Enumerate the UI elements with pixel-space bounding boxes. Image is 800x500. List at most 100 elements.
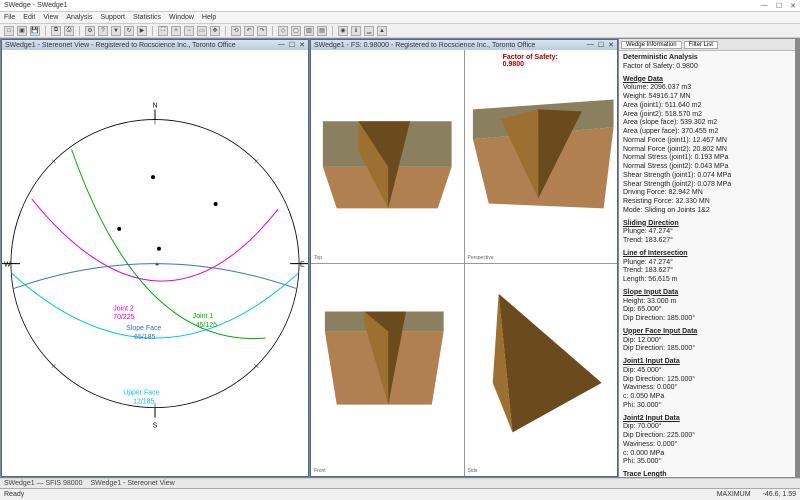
- compass-s: S: [153, 423, 158, 430]
- menu-window[interactable]: Window: [169, 14, 194, 21]
- svg-text:Slope Face: Slope Face: [126, 325, 161, 332]
- copy-icon[interactable]: ⧉: [51, 26, 61, 36]
- mdi-close-icon[interactable]: ✕: [299, 41, 305, 49]
- doc-tab[interactable]: SWedge1 - Stereonet View: [90, 480, 174, 487]
- info-row: Waviness: 0.000°: [623, 384, 791, 393]
- stereonet-titlebar[interactable]: SWedge1 - Stereonet View - Registered to…: [2, 40, 308, 50]
- mdi-max-icon[interactable]: ☐: [598, 41, 604, 49]
- section-wedge-data: Wedge Data: [623, 76, 791, 85]
- zoom-extents-icon[interactable]: ⛶: [158, 26, 168, 36]
- stereonet-icon[interactable]: ◉: [338, 26, 348, 36]
- refresh-icon[interactable]: ↻: [124, 26, 134, 36]
- svg-text:45/125: 45/125: [196, 322, 217, 329]
- svg-text:70/225: 70/225: [113, 314, 134, 321]
- info-row: Area (slope face): 539.302 m2: [623, 119, 791, 128]
- view-label: Front: [314, 468, 326, 474]
- info-tabs: Wedge Information Filter List: [619, 39, 795, 51]
- menu-support[interactable]: Support: [100, 14, 125, 21]
- menu-file[interactable]: File: [4, 14, 15, 21]
- redo-icon[interactable]: ↷: [257, 26, 267, 36]
- print-icon[interactable]: ⎙: [64, 26, 74, 36]
- view-top[interactable]: Top: [311, 50, 464, 263]
- compass-n: N: [152, 103, 157, 110]
- maximize-icon[interactable]: ☐: [776, 2, 782, 10]
- open-icon[interactable]: ▣: [17, 26, 27, 36]
- section-sliding: Sliding Direction: [623, 220, 791, 229]
- info-row: Dip: 45.000°: [623, 367, 791, 376]
- menu-analysis[interactable]: Analysis: [66, 14, 92, 21]
- zoom-out-icon[interactable]: −: [184, 26, 194, 36]
- filter-icon[interactable]: ▼: [111, 26, 121, 36]
- zoom-in-icon[interactable]: +: [171, 26, 181, 36]
- save-icon[interactable]: 💾: [30, 26, 40, 36]
- info-row: Dip Direction: 185.000°: [623, 345, 791, 354]
- view-top-icon[interactable]: ▢: [291, 26, 301, 36]
- menu-edit[interactable]: Edit: [23, 14, 35, 21]
- menu-statistics[interactable]: Statistics: [133, 14, 161, 21]
- info-panel: Wedge Information Filter List Determinis…: [619, 39, 795, 477]
- 3d-icon[interactable]: ▲: [377, 26, 387, 36]
- section-joint2: Joint2 Input Data: [623, 415, 791, 424]
- app-titlebar: SWedge - SWedge1 — ☐ ✕: [0, 0, 800, 12]
- mdi-close-icon[interactable]: ✕: [608, 41, 614, 49]
- minimize-icon[interactable]: —: [761, 2, 768, 10]
- menu-view[interactable]: View: [43, 14, 58, 21]
- info-row: Length: 56.615 m: [623, 276, 791, 285]
- chart-icon[interactable]: ▁: [364, 26, 374, 36]
- tab-filter-list[interactable]: Filter List: [684, 41, 718, 49]
- view-side[interactable]: Side: [465, 264, 618, 477]
- info-row: Dip Direction: 225.000°: [623, 432, 791, 441]
- separator: [45, 26, 46, 36]
- stereonet-canvas[interactable]: N S E W + Joint 2 70/225 Slope Face 65/1…: [2, 50, 308, 476]
- section-joint1: Joint1 Input Data: [623, 358, 791, 367]
- mdi-controls: — ☐ ✕: [587, 41, 614, 49]
- rotate-icon[interactable]: ⟲: [231, 26, 241, 36]
- info-row: Dip Direction: 185.000°: [623, 315, 791, 324]
- info-row: Dip Direction: 125.000°: [623, 376, 791, 385]
- zoom-window-icon[interactable]: ▭: [197, 26, 207, 36]
- undo-icon[interactable]: ↶: [244, 26, 254, 36]
- mdi-controls: — ☐ ✕: [278, 41, 305, 49]
- menu-help[interactable]: Help: [202, 14, 216, 21]
- info-body[interactable]: Deterministic Analysis Factor of Safety:…: [619, 51, 795, 477]
- mdi-max-icon[interactable]: ☐: [289, 41, 295, 49]
- view3d-icon[interactable]: ◇: [278, 26, 288, 36]
- info-row: Area (joint1): 511.640 m2: [623, 102, 791, 111]
- status-ready: Ready: [4, 491, 24, 498]
- view-label: Side: [468, 468, 478, 474]
- status-coord: -46.6, 1.59: [763, 491, 796, 498]
- new-icon[interactable]: □: [4, 26, 14, 36]
- separator: [332, 26, 333, 36]
- view-front[interactable]: Front: [311, 264, 464, 477]
- tab-wedge-info[interactable]: Wedge Information: [621, 41, 682, 49]
- compute-icon[interactable]: ▶: [137, 26, 147, 36]
- toolbar: □ ▣ 💾 ⧉ ⎙ ⚙ ? ▼ ↻ ▶ ⛶ + − ▭ ✥ ⟲ ↶ ↷ ◇ ▢ …: [0, 24, 800, 38]
- views-grid: Top Factor of Safety: 0.9800 Perspective: [311, 50, 617, 476]
- info-icon[interactable]: ℹ: [351, 26, 361, 36]
- info-row: Dip: 70.000°: [623, 423, 791, 432]
- mdi-min-icon[interactable]: —: [278, 41, 285, 49]
- info-row: Volume: 2096.037 m3: [623, 84, 791, 93]
- view-side-icon[interactable]: ▤: [317, 26, 327, 36]
- fos-label: Factor of Safety: 0.9800: [503, 54, 579, 68]
- section-slope-input: Slope Input Data: [623, 289, 791, 298]
- info-heading: Deterministic Analysis: [623, 54, 791, 63]
- document-tabs: SWedge1 — SFIS 98000 SWedge1 - Stereonet…: [0, 478, 800, 488]
- info-row: Driving Force: 82.942 MN: [623, 189, 791, 198]
- pan-icon[interactable]: ✥: [210, 26, 220, 36]
- view-perspective[interactable]: Factor of Safety: 0.9800 Perspective: [465, 50, 618, 263]
- menubar: File Edit View Analysis Support Statisti…: [0, 12, 800, 24]
- views-titlebar[interactable]: SWedge1 - FS: 0.98000 - Registered to Ro…: [311, 40, 617, 50]
- question-icon[interactable]: ?: [98, 26, 108, 36]
- info-row: Weight: 54916.17 MN: [623, 93, 791, 102]
- info-row: Resisting Force: 32.330 MN: [623, 198, 791, 207]
- info-row: Shear Strength (joint2): 0.078 MPa: [623, 181, 791, 190]
- info-row: Normal Stress (joint1): 0.193 MPa: [623, 154, 791, 163]
- mdi-min-icon[interactable]: —: [587, 41, 594, 49]
- doc-tab[interactable]: SWedge1 — SFIS 98000: [4, 480, 82, 487]
- view-front-icon[interactable]: ▥: [304, 26, 314, 36]
- input-icon[interactable]: ⚙: [85, 26, 95, 36]
- svg-text:12/185: 12/185: [133, 399, 154, 406]
- close-icon[interactable]: ✕: [790, 2, 796, 10]
- view-label: Top: [314, 255, 322, 261]
